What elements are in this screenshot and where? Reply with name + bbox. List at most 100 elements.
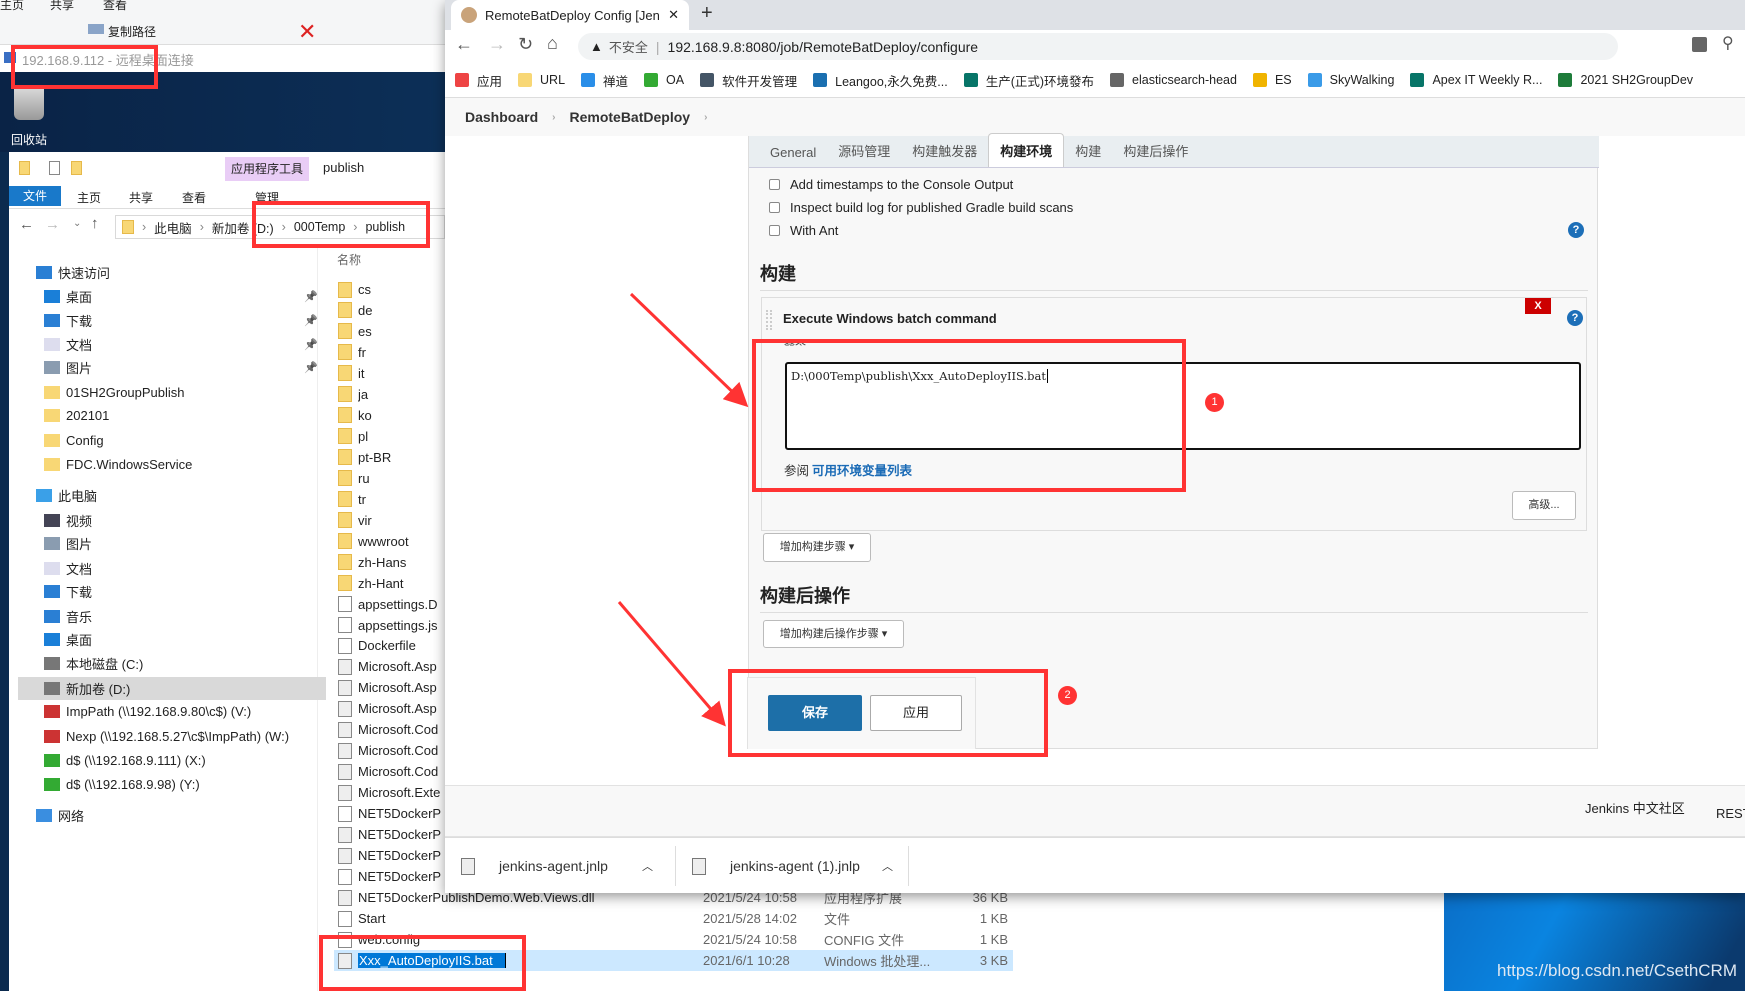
- ribbon-tab[interactable]: 查看: [103, 0, 127, 13]
- breadcrumb-item[interactable]: publish: [365, 220, 405, 234]
- delete-icon[interactable]: ✕: [298, 21, 316, 43]
- bookmark[interactable]: 软件开发管理: [700, 71, 797, 90]
- env-vars-link[interactable]: 可用环境变量列表: [812, 460, 912, 479]
- tab-home[interactable]: 主页: [77, 189, 101, 206]
- breadcrumb-item[interactable]: 此电脑: [154, 218, 192, 237]
- nav-item[interactable]: FDC.WindowsService: [18, 453, 326, 476]
- bookmark[interactable]: Apex IT Weekly R...: [1410, 73, 1542, 87]
- download-item[interactable]: jenkins-agent (1).jnlp ︿: [692, 838, 893, 893]
- chevron-up-icon[interactable]: ︿: [642, 858, 653, 874]
- copy-path-button[interactable]: 复制路径: [108, 23, 156, 40]
- bookmark[interactable]: 应用: [455, 71, 502, 90]
- drag-handle-icon[interactable]: [766, 310, 772, 330]
- file-row[interactable]: web.config 2021/5/24 10:58 CONFIG 文件 1 KB: [334, 929, 1013, 950]
- chevron-up-icon[interactable]: ︿: [882, 858, 893, 874]
- nav-item[interactable]: 网络: [18, 804, 326, 827]
- nav-item[interactable]: 01SH2GroupPublish: [18, 381, 326, 404]
- column-header-name[interactable]: 名称: [337, 251, 361, 268]
- zoom-icon[interactable]: ⚲: [1722, 33, 1734, 53]
- bookmark[interactable]: OA: [644, 73, 684, 87]
- breadcrumb-job[interactable]: RemoteBatDeploy: [569, 109, 690, 125]
- config-tab[interactable]: 构建环境: [988, 133, 1065, 167]
- bookmark[interactable]: SkyWalking: [1307, 73, 1394, 87]
- nav-item[interactable]: 快速访问: [18, 261, 326, 284]
- nav-item[interactable]: d$ (\\192.168.9.111) (X:): [18, 749, 326, 772]
- breadcrumb-item[interactable]: 000Temp: [294, 220, 345, 234]
- option-with-ant[interactable]: With Ant: [769, 223, 838, 238]
- close-tab-icon[interactable]: ✕: [668, 7, 679, 23]
- config-tab[interactable]: General: [759, 138, 827, 167]
- delete-step-button[interactable]: X: [1525, 298, 1551, 314]
- forward-icon[interactable]: →: [488, 34, 506, 55]
- recent-chevron-icon[interactable]: ⌄: [73, 218, 81, 229]
- nav-item[interactable]: ImpPath (\\192.168.9.80\c$) (V:): [18, 700, 326, 723]
- advanced-button[interactable]: 高级...: [1512, 491, 1576, 520]
- url-bar[interactable]: ▲ 不安全 | 192.168.9.8:8080/job/RemoteBatDe…: [578, 33, 1618, 60]
- save-button[interactable]: 保存: [768, 695, 862, 731]
- file-row[interactable]: Start 2021/5/28 14:02 文件 1 KB: [334, 908, 1013, 929]
- forward-icon[interactable]: →: [45, 216, 60, 233]
- help-icon[interactable]: ?: [1568, 222, 1584, 238]
- back-icon[interactable]: ←: [19, 216, 34, 233]
- file-row[interactable]: Xxx_AutoDeployIIS.bat 2021/6/1 10:28 Windo…: [334, 950, 1013, 972]
- nav-item[interactable]: Config: [18, 429, 326, 452]
- breadcrumb-dashboard[interactable]: Dashboard: [465, 109, 538, 125]
- nav-item[interactable]: Nexp (\\192.168.5.27\c$\ImpPath) (W:): [18, 725, 326, 748]
- nav-item[interactable]: 202101: [18, 404, 326, 427]
- reload-icon[interactable]: ↻: [518, 34, 533, 55]
- bookmark[interactable]: URL: [518, 73, 565, 87]
- help-icon[interactable]: ?: [1567, 310, 1583, 326]
- nav-item[interactable]: 下载 📌: [18, 309, 326, 332]
- apply-button[interactable]: 应用: [870, 695, 962, 731]
- nav-item[interactable]: d$ (\\192.168.9.98) (Y:): [18, 773, 326, 796]
- config-tab[interactable]: 构建: [1064, 134, 1112, 167]
- nav-item[interactable]: 文档 📌: [18, 333, 326, 356]
- nav-item[interactable]: 新加卷 (D:): [18, 677, 326, 700]
- command-textarea[interactable]: D:\000Temp\publish\Xxx_AutoDeployIIS.bat: [785, 362, 1581, 450]
- nav-item[interactable]: 桌面: [18, 628, 326, 651]
- nav-item[interactable]: 音乐: [18, 605, 326, 628]
- add-post-build-step-button[interactable]: 增加构建后操作步骤 ▾: [763, 620, 904, 648]
- nav-item[interactable]: 文档: [18, 557, 326, 580]
- tab-share[interactable]: 共享: [129, 189, 153, 206]
- option-gradle-scans[interactable]: Inspect build log for published Gradle b…: [769, 200, 1073, 215]
- checkbox[interactable]: [769, 179, 780, 190]
- recycle-bin-icon[interactable]: [14, 86, 44, 120]
- translate-icon[interactable]: [1692, 37, 1707, 52]
- nav-item[interactable]: 桌面 📌: [18, 285, 326, 308]
- nav-item[interactable]: 下载: [18, 580, 326, 603]
- nav-item[interactable]: 图片: [18, 532, 326, 555]
- ribbon-tab[interactable]: 主页: [0, 0, 24, 13]
- checkbox[interactable]: [769, 225, 780, 236]
- config-tab[interactable]: 源码管理: [827, 134, 901, 167]
- address-bar[interactable]: › 此电脑 › 新加卷 (D:) › 000Temp › publish: [115, 215, 445, 239]
- bookmark[interactable]: 2021 SH2GroupDev: [1558, 73, 1693, 87]
- config-tab[interactable]: 构建触发器: [901, 134, 988, 167]
- bookmark[interactable]: ES: [1252, 73, 1292, 87]
- checkbox[interactable]: [769, 202, 780, 213]
- pin-icon[interactable]: 📌: [304, 338, 318, 351]
- new-tab-icon[interactable]: +: [701, 2, 713, 25]
- pin-icon[interactable]: 📌: [304, 361, 318, 374]
- tab-manage[interactable]: 管理: [255, 189, 279, 206]
- tab-view[interactable]: 查看: [182, 189, 206, 206]
- back-icon[interactable]: ←: [455, 34, 473, 55]
- add-build-step-button[interactable]: 增加构建步骤 ▾: [763, 533, 871, 562]
- pin-icon[interactable]: 📌: [304, 290, 318, 303]
- up-icon[interactable]: ↑: [91, 215, 99, 232]
- url-text[interactable]: 192.168.9.8:8080/job/RemoteBatDeploy/con…: [668, 39, 979, 55]
- bookmark[interactable]: elasticsearch-head: [1110, 73, 1237, 87]
- home-icon[interactable]: ⌂: [547, 33, 558, 54]
- bookmark[interactable]: 生产(正式)环境發布: [963, 71, 1094, 90]
- nav-item[interactable]: 此电脑: [18, 484, 326, 507]
- nav-item[interactable]: 图片 📌: [18, 356, 326, 379]
- option-timestamps[interactable]: Add timestamps to the Console Output: [769, 177, 1013, 192]
- insecure-label[interactable]: 不安全: [609, 37, 648, 56]
- pin-icon[interactable]: 📌: [304, 314, 318, 327]
- bookmark[interactable]: Leangoo,永久免费...: [813, 71, 948, 90]
- browser-tab[interactable]: RemoteBatDeploy Config [Jen ✕: [451, 0, 689, 30]
- nav-item[interactable]: 视频: [18, 509, 326, 532]
- rest-api-link[interactable]: REST: [1716, 806, 1745, 821]
- nav-item[interactable]: 本地磁盘 (C:): [18, 652, 326, 675]
- tab-file[interactable]: 文件: [9, 186, 61, 206]
